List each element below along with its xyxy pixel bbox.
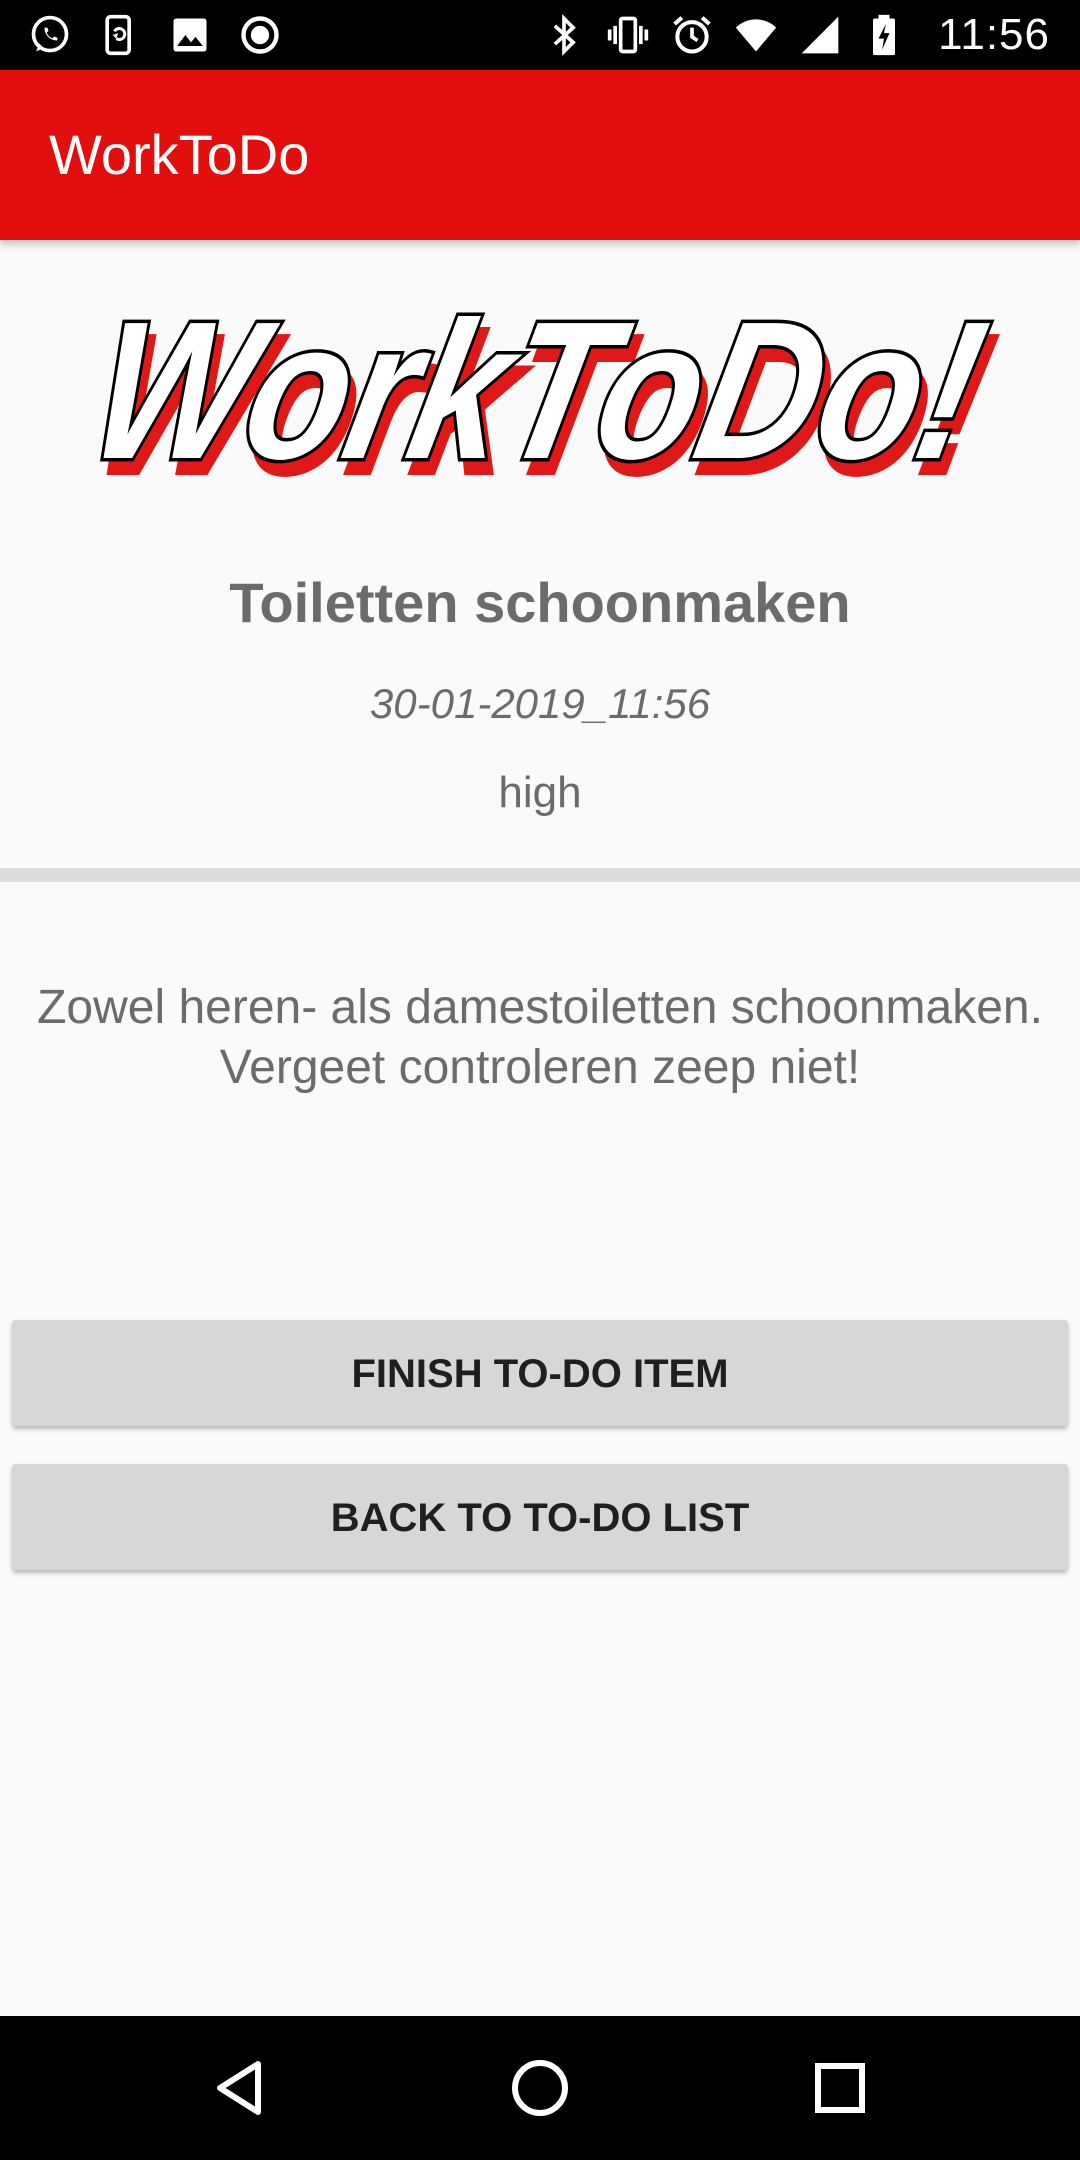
status-bar: 11:56 [0,0,1080,70]
task-priority: high [498,768,582,817]
alarm-icon [673,16,711,54]
bluetooth-icon [553,14,576,56]
record-icon [241,16,279,54]
divider [0,868,1080,882]
app-logo: WorkToDo! WorkToDo! [72,290,1010,490]
back-triangle-icon[interactable] [200,2046,284,2130]
navigation-bar [0,2016,1080,2160]
app-title: WorkToDo [49,123,310,186]
recents-square-icon[interactable] [798,2046,882,2130]
task-description-line1: Zowel heren- als damestoiletten schoonma… [37,981,1043,1034]
finish-todo-button[interactable]: FINISH TO-DO ITEM [12,1320,1068,1426]
task-description-line2: Vergeet controleren zeep niet! [219,1041,861,1094]
app-bar: WorkToDo [0,70,1080,240]
screen: 11:56 WorkToDo WorkToDo! WorkToDo! Toile… [0,0,1080,2160]
phone-sync-icon [105,14,131,56]
status-left-icons [28,0,282,70]
vibrate-icon [607,16,649,54]
whatsapp-icon [31,15,69,53]
home-circle-icon[interactable] [498,2046,582,2130]
signal-icon [801,16,839,54]
logo-text: WorkToDo! [75,290,1001,490]
status-right-icons: 11:56 [542,0,1050,70]
wifi-icon [735,19,777,52]
battery-charging-icon [873,14,896,56]
image-icon [173,18,207,52]
back-to-list-button[interactable]: BACK TO TO-DO LIST [12,1464,1068,1570]
task-date: 30-01-2019_11:56 [369,680,711,727]
task-description: Zowel heren- als damestoiletten schoonma… [0,978,1080,1098]
task-title: Toiletten schoonmaken [229,571,851,634]
status-time: 11:56 [938,10,1050,59]
